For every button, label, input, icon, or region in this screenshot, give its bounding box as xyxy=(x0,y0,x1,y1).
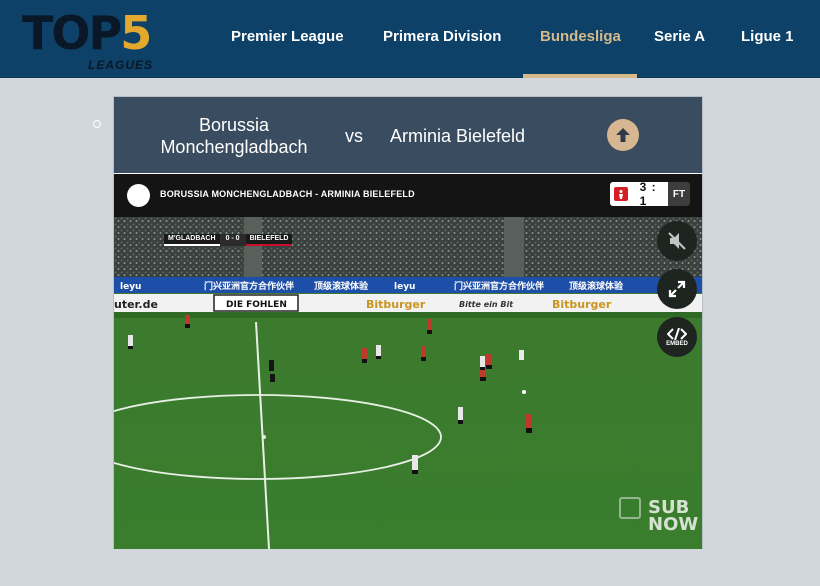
nav-item-bundesliga[interactable]: Bundesliga xyxy=(540,28,621,45)
site-logo[interactable]: TOP5 LEAGUES xyxy=(22,8,182,74)
bundesliga-logo-icon xyxy=(614,187,628,201)
watermark: SUB NOW xyxy=(648,499,699,535)
match-header: Borussia Monchengladbach vs Arminia Biel… xyxy=(114,97,702,173)
svg-text:门兴亚洲官方合作伙伴: 门兴亚洲官方合作伙伴 xyxy=(454,280,544,292)
svg-text:门兴亚洲官方合作伙伴: 门兴亚洲官方合作伙伴 xyxy=(204,280,294,292)
logo-subtitle: LEAGUES xyxy=(88,58,154,72)
scorebug-home: M'GLADBACH xyxy=(164,234,220,246)
match-card: Borussia Monchengladbach vs Arminia Biel… xyxy=(113,96,703,549)
logo-wordmark: TOP5 xyxy=(22,6,152,60)
nav-item-ligue-1[interactable]: Ligue 1 xyxy=(741,28,794,45)
fullscreen-button[interactable] xyxy=(657,269,697,309)
svg-text:Bitte ein Bit: Bitte ein Bit xyxy=(459,300,514,309)
embed-label: EMBED xyxy=(666,340,688,347)
channel-avatar[interactable] xyxy=(127,184,150,207)
radio-dot[interactable] xyxy=(93,120,101,128)
video-title-bar: BORUSSIA MONCHENGLADBACH - ARMINIA BIELE… xyxy=(114,174,702,217)
embed-button[interactable]: EMBED xyxy=(657,317,697,357)
bundesliga-watermark-icon xyxy=(619,497,641,519)
video-player[interactable]: BORUSSIA MONCHENGLADBACH - ARMINIA BIELE… xyxy=(114,174,702,549)
active-nav-indicator xyxy=(523,74,637,78)
embed-code-icon xyxy=(667,327,687,340)
site-header: TOP5 LEAGUES Premier League Primera Divi… xyxy=(0,0,820,78)
svg-text:顶级滚球体验: 顶级滚球体验 xyxy=(314,280,369,292)
nav-item-premier-league[interactable]: Premier League xyxy=(231,28,344,45)
nav-item-primera-division[interactable]: Primera Division xyxy=(383,28,501,45)
final-score: 3 : 1 xyxy=(639,182,657,206)
speaker-muted-icon xyxy=(668,232,686,250)
scroll-up-button[interactable] xyxy=(607,119,639,151)
video-frame: leyu 门兴亚洲官方合作伙伴 顶级滚球体验 leyu 门兴亚洲官方合作伙伴 顶… xyxy=(114,217,702,549)
video-still: leyu 门兴亚洲官方合作伙伴 顶级滚球体验 leyu 门兴亚洲官方合作伙伴 顶… xyxy=(114,217,702,549)
svg-text:DIE FOHLEN: DIE FOHLEN xyxy=(226,300,287,310)
watermark-line-2: NOW xyxy=(648,514,699,535)
scorebug-away: BIELEFELD xyxy=(245,234,293,246)
svg-text:leyu: leyu xyxy=(394,282,415,292)
home-team-name: Borussia Monchengladbach xyxy=(160,115,308,157)
video-title: BORUSSIA MONCHENGLADBACH - ARMINIA BIELE… xyxy=(160,189,415,199)
away-team-name: Arminia Bielefeld xyxy=(390,126,526,146)
svg-text:uter.de: uter.de xyxy=(114,298,158,311)
vs-label: vs xyxy=(345,126,363,146)
svg-text:顶级滚球体验: 顶级滚球体验 xyxy=(569,280,624,292)
arrow-up-icon xyxy=(616,128,630,142)
svg-text:Bitburger: Bitburger xyxy=(552,298,612,311)
match-status: FT xyxy=(668,182,690,206)
fullscreen-icon xyxy=(668,280,686,298)
final-score-badge: 3 : 1 FT xyxy=(610,182,690,206)
nav-item-serie-a[interactable]: Serie A xyxy=(654,28,705,45)
svg-text:leyu: leyu xyxy=(120,282,141,292)
svg-text:Bitburger: Bitburger xyxy=(366,298,426,311)
broadcast-scorebug: M'GLADBACH 0 - 0 BIELEFELD xyxy=(164,234,293,246)
mute-button[interactable] xyxy=(657,221,697,261)
scorebug-score: 0 - 0 xyxy=(219,234,246,246)
